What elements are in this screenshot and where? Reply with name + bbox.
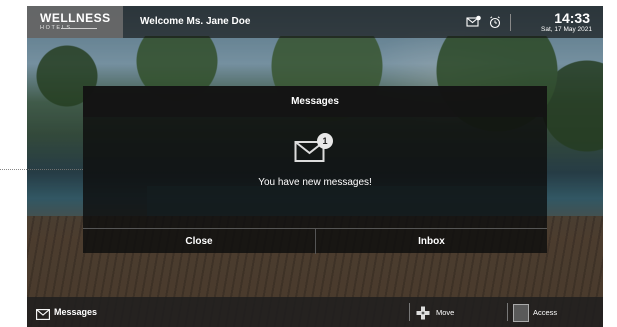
messages-label[interactable]: Messages: [54, 307, 97, 317]
clock-time: 14:33: [554, 10, 590, 26]
move-hint-label: Move: [436, 308, 455, 317]
messages-dialog: Messages 1 You have new messages! Close …: [83, 86, 547, 254]
clock-date: Sat, 17 May 2021: [541, 26, 592, 33]
hotel-logo: WELLNESS HOTELS: [27, 6, 123, 38]
mail-notification-icon[interactable]: [466, 15, 482, 29]
top-bar: WELLNESS HOTELS Welcome Ms. Jane Doe 14:…: [27, 6, 603, 38]
dialog-header: Messages: [83, 86, 547, 117]
logo-underline: [61, 28, 97, 29]
dialog-message: You have new messages!: [258, 177, 372, 188]
remote-button-icon: [513, 304, 529, 322]
header-divider: [510, 14, 511, 31]
envelope-small-icon: [36, 307, 50, 320]
footer-divider: [409, 303, 410, 321]
welcome-text: Welcome Ms. Jane Doe: [140, 16, 251, 27]
alarm-clock-icon[interactable]: [487, 15, 503, 29]
dialog-footer: Close Inbox: [83, 228, 547, 254]
access-hint-label: Access: [533, 308, 558, 317]
unread-count-badge: 1: [317, 133, 333, 149]
footer-divider: [507, 303, 508, 321]
logo-title: WELLNESS: [40, 11, 111, 25]
bottom-bar: Messages Move Access: [27, 297, 603, 327]
dialog-title: Messages: [291, 96, 339, 107]
inbox-button[interactable]: Inbox: [316, 229, 547, 254]
close-button[interactable]: Close: [83, 229, 316, 254]
dpad-move-icon: [416, 306, 430, 320]
